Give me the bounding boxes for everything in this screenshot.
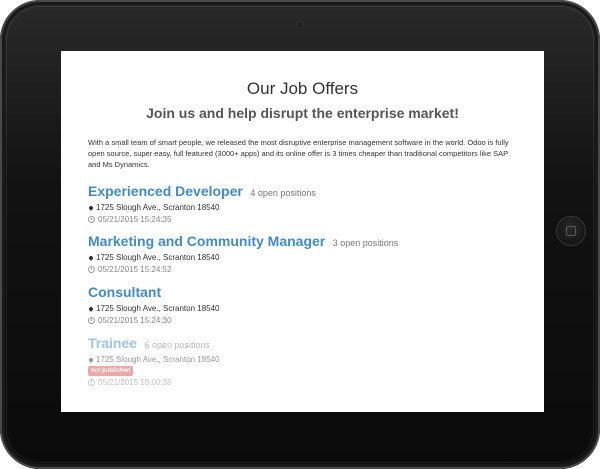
job-address: 1725 Slough Ave., Scranton 18540 <box>96 355 220 364</box>
clock-icon <box>88 317 95 324</box>
clock-icon <box>88 216 95 223</box>
screen: Our Job Offers Join us and help disrupt … <box>61 51 544 412</box>
clock-icon <box>88 379 95 386</box>
job-date: 05/21/2015 15:24:30 <box>98 316 172 325</box>
map-marker-icon <box>88 204 94 211</box>
job-title-link[interactable]: Marketing and Community Manager <box>88 233 325 249</box>
job-date: 05/21/2015 10:00:38 <box>98 378 172 387</box>
job-item-unpublished: Trainee 6 open positions 1725 Slough Ave… <box>88 335 518 388</box>
job-address: 1725 Slough Ave., Scranton 18540 <box>96 304 220 313</box>
tablet-frame: Our Job Offers Join us and help disrupt … <box>0 0 600 469</box>
job-title-link[interactable]: Experienced Developer <box>88 183 243 199</box>
job-address: 1725 Slough Ave., Scranton 18540 <box>96 253 220 262</box>
job-date: 05/21/2015 15:24:35 <box>98 215 172 224</box>
intro-paragraph: With a small team of smart people, we re… <box>88 138 509 169</box>
page-subtitle: Join us and help disrupt the enterprise … <box>146 105 459 121</box>
map-marker-icon <box>88 356 94 363</box>
camera-icon <box>297 22 303 28</box>
map-marker-icon <box>88 305 94 312</box>
page-title: Our Job Offers <box>246 79 359 98</box>
open-positions-count: 4 open positions <box>250 188 316 198</box>
job-title-link[interactable]: Trainee <box>88 335 137 351</box>
job-title-link[interactable]: Consultant <box>88 284 161 300</box>
map-marker-icon <box>88 254 94 261</box>
not-published-badge: not published <box>88 366 134 376</box>
open-positions-count: 6 open positions <box>144 340 211 350</box>
job-item: Consultant 1725 Slough Ave., Scranton 18… <box>88 284 518 326</box>
clock-icon <box>88 266 95 273</box>
job-item: Marketing and Community Manager 3 open p… <box>88 233 518 275</box>
open-positions-count: 3 open positions <box>332 238 399 248</box>
job-date: 05/21/2015 15:24:52 <box>98 265 172 274</box>
home-button[interactable] <box>557 217 585 245</box>
job-item: Experienced Developer 4 open positions 1… <box>88 183 518 225</box>
job-address: 1725 Slough Ave., Scranton 18540 <box>96 203 220 212</box>
